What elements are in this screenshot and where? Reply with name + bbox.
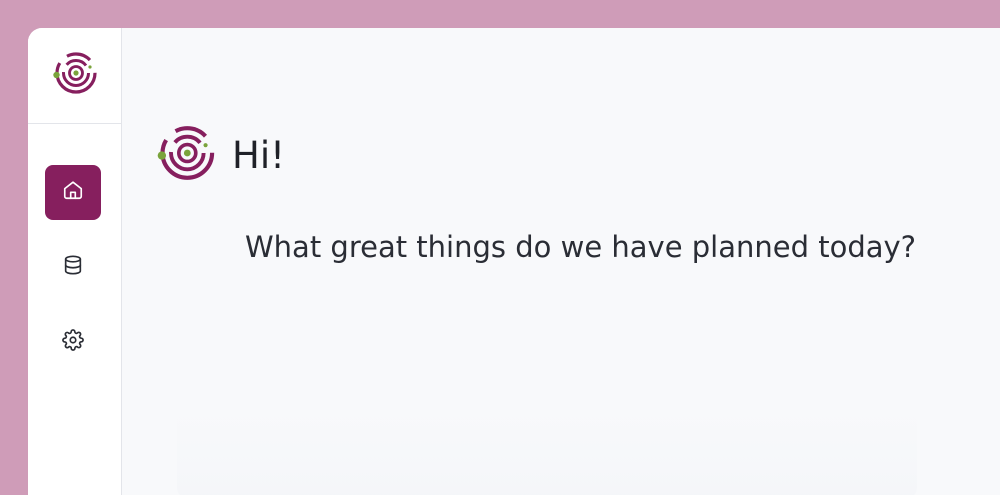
sidebar (28, 28, 122, 495)
assistant-logo-icon (156, 123, 216, 188)
sidebar-item-data[interactable] (45, 240, 101, 295)
home-icon (62, 179, 84, 206)
app-logo-icon[interactable] (52, 50, 98, 101)
greeting-text: Hi! (232, 134, 285, 177)
greeting-row: Hi! (156, 123, 285, 188)
sidebar-logo-area (28, 28, 121, 124)
main-content: Hi! What great things do we have planned… (122, 28, 1000, 495)
app-window: Hi! What great things do we have planned… (28, 28, 1000, 495)
sidebar-item-settings[interactable] (45, 315, 101, 370)
gear-icon (62, 329, 84, 356)
database-icon (62, 254, 84, 281)
greeting-subtitle: What great things do we have planned tod… (245, 230, 917, 264)
sidebar-item-home[interactable] (45, 165, 101, 220)
prompt-area (177, 408, 917, 495)
